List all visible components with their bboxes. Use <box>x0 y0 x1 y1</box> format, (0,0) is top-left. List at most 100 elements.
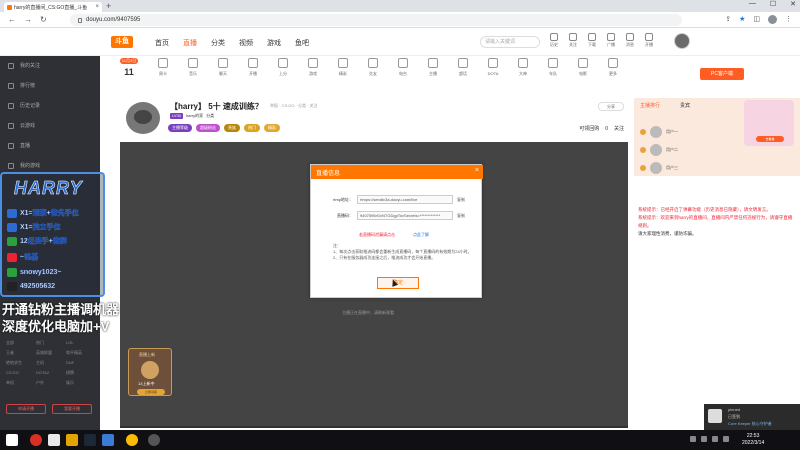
download-button[interactable]: 下载 <box>586 33 598 48</box>
taskbar-clock[interactable]: 22:53 2022/3/14 <box>742 433 764 447</box>
go-live-button[interactable]: 开播 <box>643 33 655 48</box>
pill-badge[interactable]: 贵族 <box>224 124 240 132</box>
close-tab-icon[interactable]: × <box>95 4 99 10</box>
room-category[interactable]: 分类 <box>206 113 214 119</box>
history-button[interactable]: 历史 <box>548 33 560 48</box>
learn-more-link[interactable]: 点此了解 <box>413 232 429 238</box>
go-live-sidebar-button[interactable]: 我要开播 <box>52 404 92 414</box>
sidebar-cat[interactable]: 户外 <box>36 380 66 386</box>
nav-video[interactable]: 视频 <box>239 38 253 48</box>
sidebar-cat[interactable]: 热门 <box>36 340 66 346</box>
pc-client-button[interactable]: PC客户端 <box>700 68 744 80</box>
copy-key-button[interactable]: 复制 <box>453 213 465 219</box>
anchor-name[interactable]: harry的家 <box>186 113 203 119</box>
sidebar-cat[interactable]: 单机 <box>6 380 36 386</box>
back-icon[interactable]: ← <box>8 15 16 24</box>
close-window-icon[interactable]: ✕ <box>790 0 796 8</box>
mini-card-button[interactable]: 立即领取 <box>137 389 165 395</box>
app-icon[interactable] <box>148 434 160 446</box>
sidebar-cat[interactable]: 娱乐 <box>66 380 96 386</box>
forward-icon[interactable]: → <box>24 15 32 24</box>
sidebar-cat[interactable]: 绝地求生 <box>6 360 36 366</box>
close-icon[interactable]: × <box>475 167 479 174</box>
tray-icon[interactable] <box>701 436 707 442</box>
share-icon[interactable]: ⇪ <box>725 15 731 24</box>
menu-dots-icon[interactable]: ⋮ <box>785 15 792 24</box>
message-button[interactable]: 消息 <box>624 33 636 48</box>
app-icon[interactable] <box>102 434 114 446</box>
pill-badge[interactable]: 热门 <box>244 124 260 132</box>
app-icon[interactable] <box>66 434 78 446</box>
pill-badge[interactable]: 主播等级 <box>168 124 192 132</box>
nav-category[interactable]: 分类 <box>211 38 225 48</box>
apply-live-button[interactable]: 申请开播 <box>6 404 46 414</box>
category-item[interactable]: 聊天 <box>208 58 238 77</box>
app-icon[interactable] <box>30 434 42 446</box>
category-item[interactable]: 周卡 <box>148 58 178 77</box>
broadcast-button[interactable]: 广播 <box>605 33 617 48</box>
omnibox[interactable]: douyu.com/9407595 <box>70 14 682 26</box>
confirm-button[interactable]: 确定 <box>377 277 419 289</box>
sidebar-cat[interactable]: 王者 <box>6 350 36 356</box>
sidebar-item-live[interactable]: 直播 <box>8 142 30 149</box>
follow-button[interactable]: 关注 <box>567 33 579 48</box>
tray-icon[interactable] <box>712 436 718 442</box>
sidebar-cat[interactable]: 主机 <box>36 360 66 366</box>
sidebar-cat[interactable]: 棋牌 <box>66 370 96 376</box>
app-icon[interactable] <box>48 434 60 446</box>
tray-icon[interactable] <box>690 436 696 442</box>
sidebar-cat[interactable]: 全部 <box>6 340 36 346</box>
category-item[interactable]: 音乐 <box>178 58 208 77</box>
promo-mini-card[interactable]: 直播上新 13上新中 立即领取 <box>128 348 172 396</box>
sidebar-item-mygames[interactable]: 我的游戏 <box>8 162 40 169</box>
key-field[interactable]: 9407595rGvNTGDgpTovSecrets=************* <box>357 211 453 220</box>
category-item[interactable]: 开播 <box>238 58 268 77</box>
category-item[interactable]: 电影 <box>568 58 598 77</box>
rank-row[interactable]: 用户一 <box>640 126 678 138</box>
date-badge[interactable]: 11月3日星期一 11 <box>114 58 144 78</box>
tray-icon[interactable] <box>723 436 729 442</box>
sidebar-cat[interactable]: 英雄联盟 <box>36 350 66 356</box>
category-item[interactable]: 上分 <box>268 58 298 77</box>
tab-anchor-rank[interactable]: 主播排行 <box>640 102 660 109</box>
copy-rtmp-button[interactable]: 复制 <box>453 197 465 203</box>
new-tab-icon[interactable]: + <box>106 1 111 11</box>
sidebar-cat[interactable]: LOL <box>66 340 96 346</box>
claim-reward-button[interactable]: 可领回购 <box>579 125 599 132</box>
category-item[interactable]: 更多 <box>598 58 628 77</box>
steam-notification[interactable]: pinned 已签到 Core Keeper 核心守护者 <box>704 404 800 430</box>
pill-badge[interactable]: 精彩 <box>264 124 280 132</box>
category-item[interactable]: 大神 <box>508 58 538 77</box>
tab-vip[interactable]: 贵宾 <box>680 102 690 109</box>
sidebar-item-cloudgame[interactable]: 云游戏 <box>8 122 35 129</box>
douyu-logo[interactable]: 斗鱼 <box>111 36 133 48</box>
nav-yuba[interactable]: 鱼吧 <box>295 38 309 48</box>
user-avatar[interactable] <box>674 33 690 49</box>
anchor-avatar[interactable] <box>124 100 162 136</box>
category-item[interactable]: 车队 <box>538 58 568 77</box>
cat-promo-image[interactable]: 去看看 <box>744 100 794 146</box>
pill-badge[interactable]: 超级粉丝 <box>196 124 220 132</box>
follow-button[interactable]: 关注 <box>614 125 624 132</box>
search-input[interactable]: 请输入关键词 <box>480 36 540 48</box>
nav-live[interactable]: 直播 <box>183 38 197 48</box>
category-item[interactable]: 精彩 <box>328 58 358 77</box>
sidebar-cat[interactable]: 和平精英 <box>66 350 96 356</box>
rank-row[interactable]: 用户三 <box>640 162 678 174</box>
browser-tab[interactable]: harry的直播间_CS:GO直播_斗鱼 × <box>4 2 102 12</box>
sidebar-cat[interactable]: DOTA2 <box>36 370 66 376</box>
share-button[interactable]: 分享 <box>598 102 624 111</box>
reload-icon[interactable]: ↻ <box>40 15 47 24</box>
steam-icon[interactable] <box>84 434 96 446</box>
minimize-icon[interactable]: — <box>749 0 756 8</box>
windows-start-icon[interactable] <box>6 434 18 446</box>
rank-row[interactable]: 用户二 <box>640 144 678 156</box>
nav-home[interactable]: 首页 <box>155 38 169 48</box>
rtmp-field[interactable]: rtmps://sendtc3a.douyu.com/live <box>357 195 453 204</box>
maximize-icon[interactable]: ☐ <box>770 0 776 8</box>
category-item[interactable]: 超话 <box>448 58 478 77</box>
category-item[interactable]: 主播 <box>418 58 448 77</box>
bookmark-star-icon[interactable]: ★ <box>739 15 745 24</box>
sidebar-item-history[interactable]: 历史记录 <box>8 102 40 109</box>
sidebar-item-rank[interactable]: 排行榜 <box>8 82 35 89</box>
